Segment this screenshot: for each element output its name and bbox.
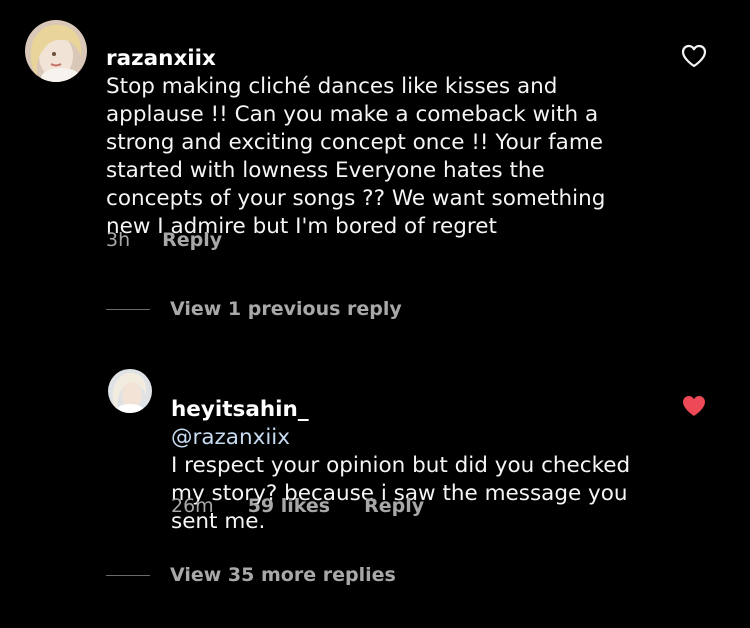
view-previous-replies-label[interactable]: View 1 previous reply: [170, 298, 402, 320]
like-button[interactable]: [681, 44, 707, 68]
avatar-heyitsahin[interactable]: [108, 369, 152, 413]
avatar-image: [108, 369, 152, 413]
reply-reply-button[interactable]: Reply: [364, 495, 424, 517]
comment-reply-button[interactable]: Reply: [162, 229, 222, 251]
reply-username[interactable]: heyitsahin_: [171, 397, 309, 422]
reply-like-button[interactable]: [681, 394, 707, 418]
divider-line: [106, 574, 150, 576]
comment-meta: 3h Reply: [106, 229, 222, 251]
reply-mention-link[interactable]: @razanxiix: [171, 425, 290, 450]
divider-line: [106, 308, 150, 310]
view-more-replies[interactable]: View 35 more replies: [106, 564, 396, 586]
reply-text: I respect your opinion but did you check…: [171, 453, 631, 534]
heart-outline-icon: [681, 44, 707, 68]
comment-timestamp: 3h: [106, 229, 131, 251]
avatar-image: [25, 20, 87, 82]
view-more-replies-label[interactable]: View 35 more replies: [170, 564, 396, 586]
reply-meta: 26m 59 likes Reply: [171, 495, 424, 517]
reply-likes-count[interactable]: 59 likes: [248, 495, 330, 517]
avatar-razanxiix[interactable]: [25, 20, 87, 82]
comment-body: razanxiix Stop making cliché dances like…: [106, 17, 626, 241]
comment-username[interactable]: razanxiix: [106, 46, 216, 71]
view-previous-replies[interactable]: View 1 previous reply: [106, 298, 402, 320]
comment-text: Stop making cliché dances like kisses an…: [106, 74, 606, 239]
heart-filled-icon: [683, 396, 705, 416]
reply-timestamp: 26m: [171, 495, 214, 517]
